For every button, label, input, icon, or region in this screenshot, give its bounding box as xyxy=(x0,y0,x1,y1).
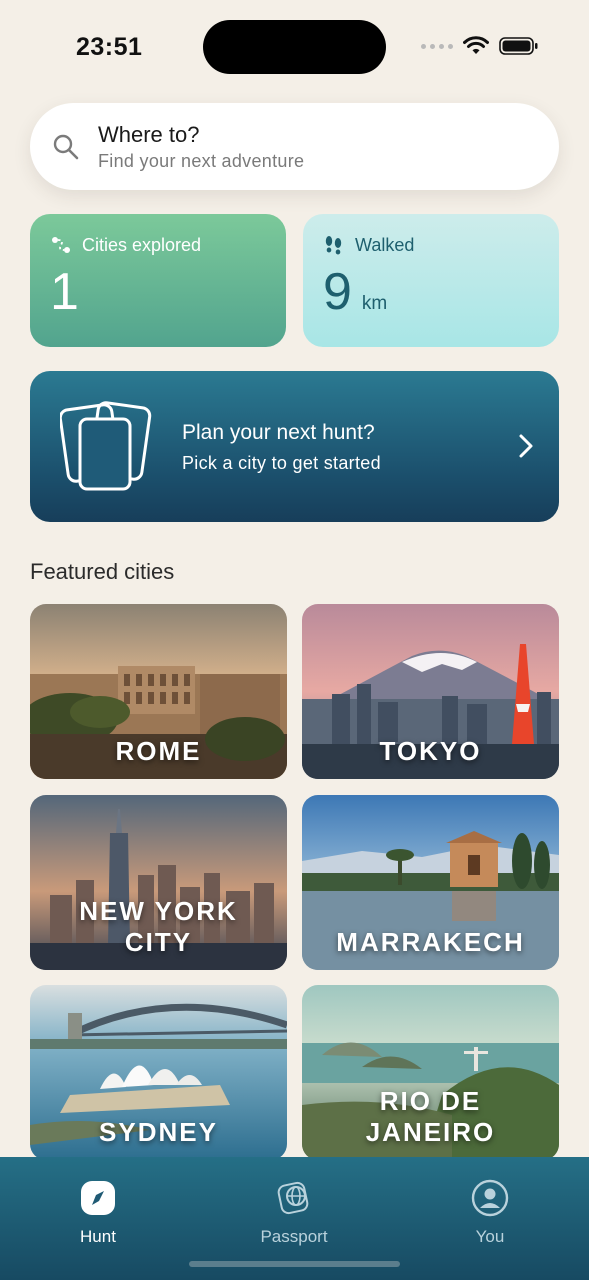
city-name-rio-de-janeiro: RIO DE JANEIRO xyxy=(365,1086,496,1147)
cellular-signal-icon xyxy=(421,43,453,49)
tab-hunt-label: Hunt xyxy=(80,1227,116,1246)
home-indicator xyxy=(189,1261,400,1267)
status-time: 23:51 xyxy=(76,33,143,61)
search-bar[interactable]: Where to? Find your next adventure xyxy=(30,103,559,190)
city-name-new-york-city: NEW YORK CITY xyxy=(79,896,238,957)
city-card-rome[interactable]: ROME xyxy=(30,604,287,779)
city-card-new-york-city[interactable]: NEW YORK CITY xyxy=(30,795,287,970)
tab-passport[interactable]: Passport xyxy=(234,1179,354,1247)
search-title: Where to? xyxy=(98,121,200,147)
walked-card[interactable]: Walked 9 km xyxy=(303,214,559,347)
tab-you-label: You xyxy=(475,1227,505,1246)
city-card-marrakech[interactable]: MARRAKECH xyxy=(302,795,559,970)
compass-icon xyxy=(81,1181,115,1215)
city-name-marrakech: MARRAKECH xyxy=(336,927,525,957)
city-card-tokyo[interactable]: TOKYO xyxy=(302,604,559,779)
walked-unit: km xyxy=(361,293,388,314)
city-name-rome: ROME xyxy=(115,736,202,766)
tab-passport-label: Passport xyxy=(260,1227,328,1246)
cards-icon xyxy=(60,401,152,491)
passport-globe-icon xyxy=(277,1181,309,1215)
city-name-tokyo: TOKYO xyxy=(379,736,482,766)
cities-explored-value: 1 xyxy=(50,263,79,321)
plan-title: Plan your next hunt? xyxy=(182,421,375,444)
dynamic-island xyxy=(203,20,386,74)
city-card-sydney[interactable]: SYDNEY xyxy=(30,985,287,1160)
route-icon xyxy=(52,237,70,253)
search-icon xyxy=(53,134,79,159)
search-subtitle: Find your next adventure xyxy=(98,150,305,171)
city-card-rio-de-janeiro[interactable]: RIO DE JANEIRO xyxy=(302,985,559,1160)
walked-value: 9 xyxy=(323,263,352,321)
plan-next-hunt-card[interactable]: Plan your next hunt? Pick a city to get … xyxy=(30,371,559,522)
chevron-right-icon xyxy=(519,434,533,458)
footsteps-icon xyxy=(325,236,342,255)
plan-subtitle: Pick a city to get started xyxy=(182,453,381,473)
status-indicators xyxy=(421,36,539,56)
cities-explored-card[interactable]: Cities explored 1 xyxy=(30,214,286,347)
cities-explored-label: Cities explored xyxy=(82,234,202,255)
user-icon xyxy=(471,1179,509,1217)
tab-hunt[interactable]: Hunt xyxy=(38,1179,158,1247)
battery-icon xyxy=(499,37,538,55)
walked-label: Walked xyxy=(355,234,415,255)
city-name-sydney: SYDNEY xyxy=(99,1117,218,1147)
wifi-icon xyxy=(463,36,489,54)
tab-you[interactable]: You xyxy=(430,1179,550,1247)
featured-cities-title: Featured cities xyxy=(30,559,175,584)
